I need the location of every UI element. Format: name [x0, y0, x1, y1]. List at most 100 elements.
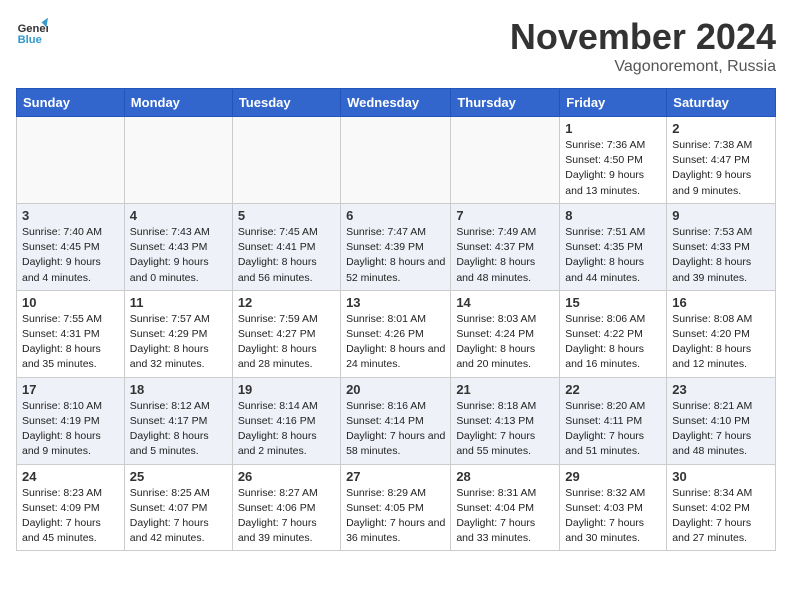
- logo-icon: General Blue: [16, 16, 48, 48]
- title-area: November 2024 Vagonoremont, Russia: [510, 16, 776, 76]
- calendar-day-cell: 15Sunrise: 8:06 AMSunset: 4:22 PMDayligh…: [560, 290, 667, 377]
- calendar-day-cell: 8 Sunrise: 7:51 AMSunset: 4:35 PMDaylight…: [560, 203, 667, 290]
- day-info: Sunrise: 7:43 AMSunset: 4:43 PMDaylight:…: [130, 225, 227, 286]
- day-number: 13: [346, 295, 445, 310]
- calendar-day-cell: [17, 117, 125, 204]
- calendar-day-cell: 10 Sunrise: 7:55 AMSunset: 4:31 PMDayligh…: [17, 290, 125, 377]
- day-info: Sunrise: 8:14 AMSunset: 4:16 PMDaylight:…: [238, 399, 335, 460]
- weekday-header-monday: Monday: [124, 89, 232, 117]
- calendar-header: SundayMondayTuesdayWednesdayThursdayFrid…: [17, 89, 776, 117]
- weekday-header-tuesday: Tuesday: [232, 89, 340, 117]
- weekday-header-row: SundayMondayTuesdayWednesdayThursdayFrid…: [17, 89, 776, 117]
- day-info: Sunrise: 8:10 AMSunset: 4:19 PMDaylight:…: [22, 399, 119, 460]
- day-number: 6: [346, 208, 445, 223]
- calendar-day-cell: 18Sunrise: 8:12 AMSunset: 4:17 PMDayligh…: [124, 377, 232, 464]
- day-info: Sunrise: 7:57 AMSunset: 4:29 PMDaylight:…: [130, 312, 227, 373]
- calendar-day-cell: [124, 117, 232, 204]
- day-number: 7: [456, 208, 554, 223]
- calendar: SundayMondayTuesdayWednesdayThursdayFrid…: [16, 88, 776, 551]
- day-number: 30: [672, 469, 770, 484]
- calendar-day-cell: 28 Sunrise: 8:31 AMSunset: 4:04 PMDayligh…: [451, 464, 560, 551]
- day-info: Sunrise: 8:03 AMSunset: 4:24 PMDaylight:…: [456, 312, 554, 373]
- day-number: 3: [22, 208, 119, 223]
- weekday-header-sunday: Sunday: [17, 89, 125, 117]
- day-info: Sunrise: 8:16 AMSunset: 4:14 PMDaylight:…: [346, 399, 445, 460]
- calendar-day-cell: 5Sunrise: 7:45 AMSunset: 4:41 PMDaylight…: [232, 203, 340, 290]
- day-info: Sunrise: 8:18 AMSunset: 4:13 PMDaylight:…: [456, 399, 554, 460]
- day-info: Sunrise: 8:01 AMSunset: 4:26 PMDaylight:…: [346, 312, 445, 373]
- day-info: Sunrise: 7:40 AMSunset: 4:45 PMDaylight:…: [22, 225, 119, 286]
- calendar-day-cell: 9 Sunrise: 7:53 AMSunset: 4:33 PMDaylight…: [667, 203, 776, 290]
- day-number: 22: [565, 382, 661, 397]
- svg-text:General: General: [18, 23, 48, 35]
- day-number: 21: [456, 382, 554, 397]
- day-number: 24: [22, 469, 119, 484]
- calendar-week-row: 1Sunrise: 7:36 AMSunset: 4:50 PMDaylight…: [17, 117, 776, 204]
- logo: General Blue: [16, 16, 48, 48]
- day-number: 26: [238, 469, 335, 484]
- day-info: Sunrise: 8:08 AMSunset: 4:20 PMDaylight:…: [672, 312, 770, 373]
- calendar-day-cell: 6Sunrise: 7:47 AMSunset: 4:39 PMDaylight…: [341, 203, 451, 290]
- day-number: 8: [565, 208, 661, 223]
- day-number: 23: [672, 382, 770, 397]
- calendar-day-cell: [341, 117, 451, 204]
- day-info: Sunrise: 8:31 AMSunset: 4:04 PMDaylight:…: [456, 486, 554, 547]
- calendar-day-cell: 12 Sunrise: 7:59 AMSunset: 4:27 PMDayligh…: [232, 290, 340, 377]
- day-number: 5: [238, 208, 335, 223]
- weekday-header-saturday: Saturday: [667, 89, 776, 117]
- calendar-day-cell: 11Sunrise: 7:57 AMSunset: 4:29 PMDayligh…: [124, 290, 232, 377]
- day-number: 14: [456, 295, 554, 310]
- day-info: Sunrise: 7:55 AMSunset: 4:31 PMDaylight:…: [22, 312, 119, 373]
- day-info: Sunrise: 8:25 AMSunset: 4:07 PMDaylight:…: [130, 486, 227, 547]
- calendar-day-cell: 16 Sunrise: 8:08 AMSunset: 4:20 PMDayligh…: [667, 290, 776, 377]
- calendar-day-cell: 25 Sunrise: 8:25 AMSunset: 4:07 PMDayligh…: [124, 464, 232, 551]
- day-number: 2: [672, 121, 770, 136]
- day-number: 19: [238, 382, 335, 397]
- day-info: Sunrise: 7:49 AMSunset: 4:37 PMDaylight:…: [456, 225, 554, 286]
- day-number: 12: [238, 295, 335, 310]
- calendar-day-cell: [451, 117, 560, 204]
- calendar-day-cell: 29 Sunrise: 8:32 AMSunset: 4:03 PMDayligh…: [560, 464, 667, 551]
- calendar-day-cell: 27 Sunrise: 8:29 AMSunset: 4:05 PMDayligh…: [341, 464, 451, 551]
- day-number: 18: [130, 382, 227, 397]
- day-info: Sunrise: 8:32 AMSunset: 4:03 PMDaylight:…: [565, 486, 661, 547]
- calendar-day-cell: 4 Sunrise: 7:43 AMSunset: 4:43 PMDaylight…: [124, 203, 232, 290]
- month-title: November 2024: [510, 16, 776, 58]
- calendar-day-cell: 7 Sunrise: 7:49 AMSunset: 4:37 PMDaylight…: [451, 203, 560, 290]
- calendar-body: 1Sunrise: 7:36 AMSunset: 4:50 PMDaylight…: [17, 117, 776, 551]
- day-info: Sunrise: 8:27 AMSunset: 4:06 PMDaylight:…: [238, 486, 335, 547]
- day-number: 9: [672, 208, 770, 223]
- calendar-day-cell: 17 Sunrise: 8:10 AMSunset: 4:19 PMDayligh…: [17, 377, 125, 464]
- day-number: 29: [565, 469, 661, 484]
- calendar-week-row: 17 Sunrise: 8:10 AMSunset: 4:19 PMDayligh…: [17, 377, 776, 464]
- day-info: Sunrise: 7:59 AMSunset: 4:27 PMDaylight:…: [238, 312, 335, 373]
- calendar-day-cell: 22 Sunrise: 8:20 AMSunset: 4:11 PMDayligh…: [560, 377, 667, 464]
- calendar-day-cell: 20Sunrise: 8:16 AMSunset: 4:14 PMDayligh…: [341, 377, 451, 464]
- day-info: Sunrise: 7:51 AMSunset: 4:35 PMDaylight:…: [565, 225, 661, 286]
- weekday-header-wednesday: Wednesday: [341, 89, 451, 117]
- day-info: Sunrise: 8:23 AMSunset: 4:09 PMDaylight:…: [22, 486, 119, 547]
- weekday-header-friday: Friday: [560, 89, 667, 117]
- calendar-day-cell: [232, 117, 340, 204]
- calendar-day-cell: 23Sunrise: 8:21 AMSunset: 4:10 PMDayligh…: [667, 377, 776, 464]
- day-info: Sunrise: 8:20 AMSunset: 4:11 PMDaylight:…: [565, 399, 661, 460]
- calendar-day-cell: 26 Sunrise: 8:27 AMSunset: 4:06 PMDayligh…: [232, 464, 340, 551]
- day-info: Sunrise: 7:53 AMSunset: 4:33 PMDaylight:…: [672, 225, 770, 286]
- day-number: 10: [22, 295, 119, 310]
- day-number: 1: [565, 121, 661, 136]
- calendar-day-cell: 24 Sunrise: 8:23 AMSunset: 4:09 PMDayligh…: [17, 464, 125, 551]
- calendar-day-cell: 14 Sunrise: 8:03 AMSunset: 4:24 PMDayligh…: [451, 290, 560, 377]
- day-number: 17: [22, 382, 119, 397]
- calendar-day-cell: 30 Sunrise: 8:34 AMSunset: 4:02 PMDayligh…: [667, 464, 776, 551]
- day-info: Sunrise: 8:34 AMSunset: 4:02 PMDaylight:…: [672, 486, 770, 547]
- day-number: 16: [672, 295, 770, 310]
- day-number: 25: [130, 469, 227, 484]
- day-info: Sunrise: 8:29 AMSunset: 4:05 PMDaylight:…: [346, 486, 445, 547]
- day-number: 27: [346, 469, 445, 484]
- day-number: 4: [130, 208, 227, 223]
- calendar-week-row: 24 Sunrise: 8:23 AMSunset: 4:09 PMDayligh…: [17, 464, 776, 551]
- calendar-week-row: 10 Sunrise: 7:55 AMSunset: 4:31 PMDayligh…: [17, 290, 776, 377]
- day-number: 28: [456, 469, 554, 484]
- day-number: 15: [565, 295, 661, 310]
- header: General Blue November 2024 Vagonoremont,…: [16, 16, 776, 76]
